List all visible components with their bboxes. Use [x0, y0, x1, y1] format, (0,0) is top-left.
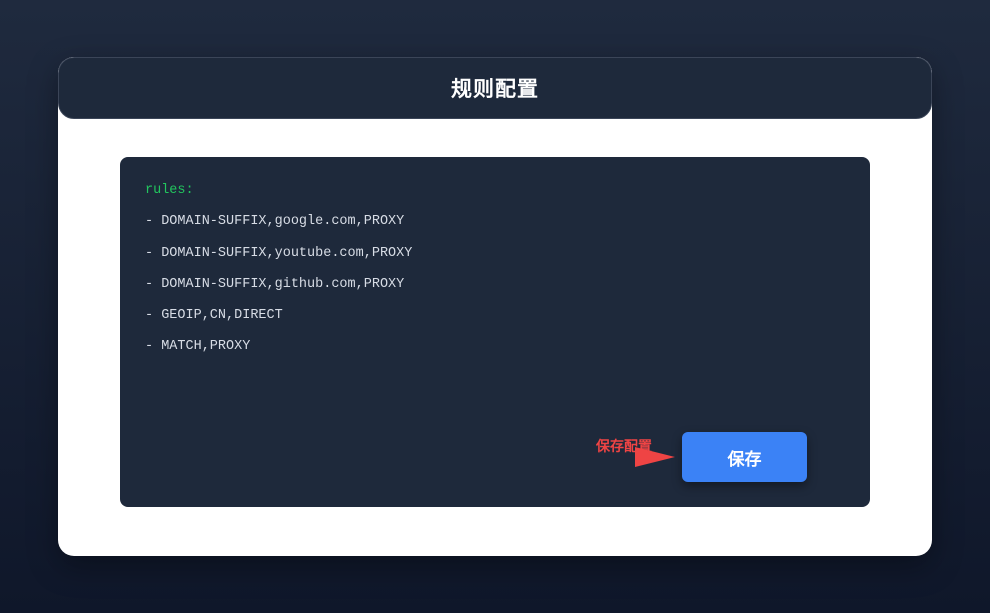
rules-editor[interactable]: rules: - DOMAIN-SUFFIX,google.com,PROXY … — [120, 157, 870, 507]
code-line: - DOMAIN-SUFFIX,github.com,PROXY — [145, 276, 405, 292]
save-button[interactable]: 保存 — [682, 432, 807, 482]
page-title: 规则配置 — [451, 77, 539, 101]
code-line: - GEOIP,CN,DIRECT — [145, 308, 283, 324]
rules-config-card: 规则配置 rules: - DOMAIN-SUFFIX,google.com,P… — [58, 57, 932, 556]
code-lines: rules: - DOMAIN-SUFFIX,google.com,PROXY … — [145, 181, 412, 369]
code-line: rules: — [145, 183, 194, 198]
card-header: 规则配置 — [58, 57, 932, 119]
code-line: - DOMAIN-SUFFIX,youtube.com,PROXY — [145, 245, 413, 261]
code-line: - MATCH,PROXY — [145, 339, 251, 355]
annotation-arrow-icon — [635, 447, 675, 467]
code-line: - DOMAIN-SUFFIX,google.com,PROXY — [145, 214, 405, 230]
